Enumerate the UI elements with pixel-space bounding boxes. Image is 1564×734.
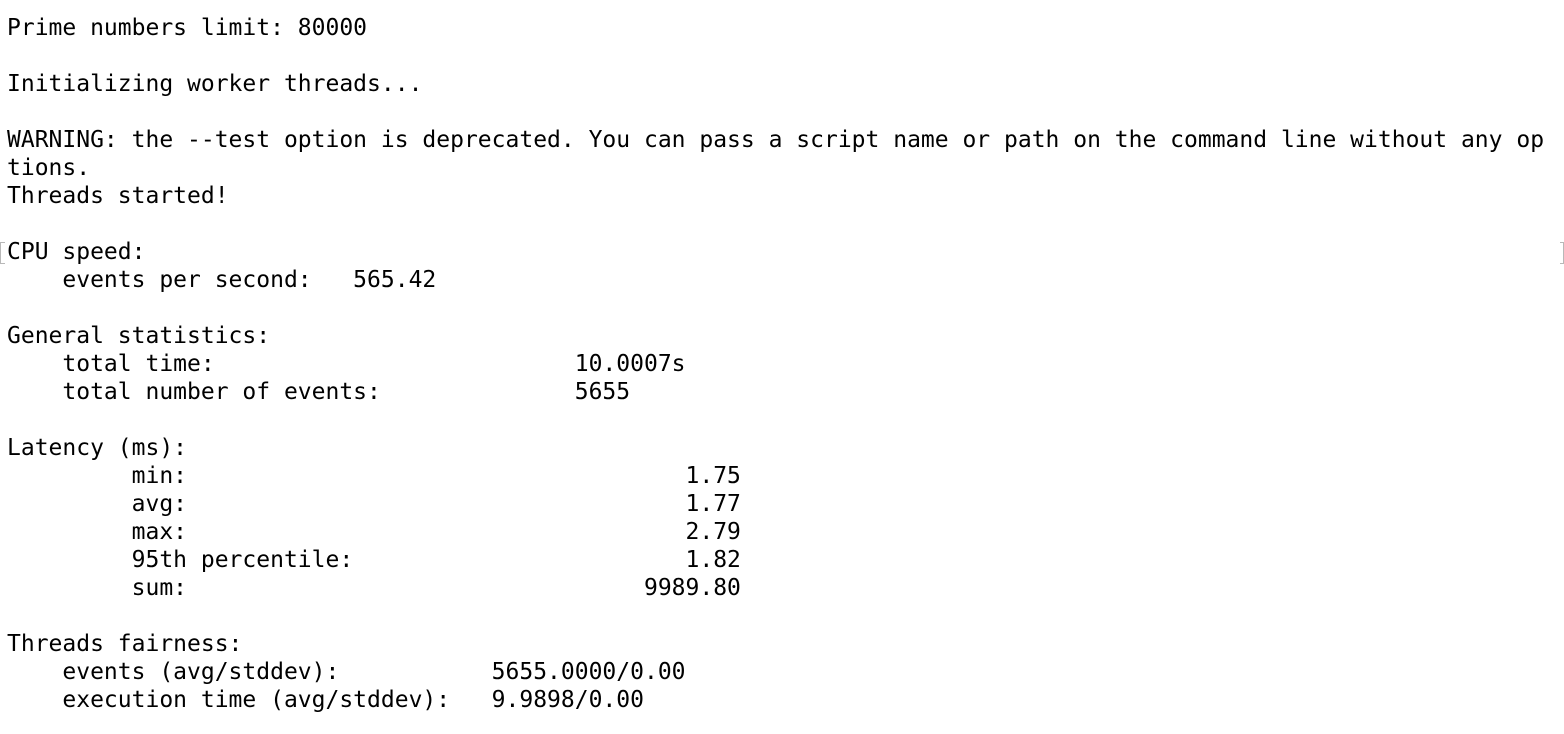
terminal-line: total number of events: 5655 xyxy=(7,379,631,405)
terminal-line: Prime numbers limit: 80000 xyxy=(7,15,368,41)
terminal-output[interactable]: Prime numbers limit: 80000 Initializing … xyxy=(0,0,1564,734)
terminal-line: events per second: 565.42 xyxy=(7,267,437,293)
terminal-line: WARNING: the --test option is deprecated… xyxy=(7,127,1545,153)
terminal-line: total time: 10.0007s xyxy=(7,351,686,377)
terminal-line: Threads fairness: xyxy=(7,631,243,657)
terminal-line: min: 1.75 xyxy=(7,463,741,489)
terminal-line: max: 2.79 xyxy=(7,519,741,545)
terminal-line: Initializing worker threads... xyxy=(7,71,423,97)
terminal-line: CPU speed: xyxy=(7,239,146,265)
selection-marker-left xyxy=(0,242,5,264)
terminal-line: 95th percentile: 1.82 xyxy=(7,547,741,573)
terminal-line: Latency (ms): xyxy=(7,435,188,461)
terminal-line: sum: 9989.80 xyxy=(7,575,741,601)
terminal-line: Threads started! xyxy=(7,183,229,209)
terminal-line: tions. xyxy=(7,155,91,181)
terminal-line: events (avg/stddev): 5655.0000/0.00 xyxy=(7,659,686,685)
selection-marker-right xyxy=(1560,242,1564,264)
terminal-line: execution time (avg/stddev): 9.9898/0.00 xyxy=(7,687,644,713)
terminal-line: avg: 1.77 xyxy=(7,491,741,517)
terminal-line: General statistics: xyxy=(7,323,271,349)
